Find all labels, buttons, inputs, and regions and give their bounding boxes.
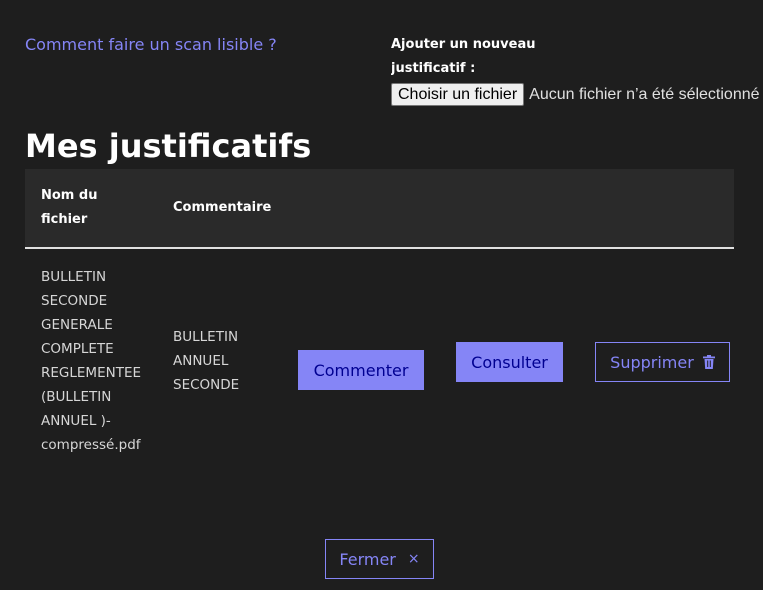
comment-cell: BULLETIN ANNUEL SECONDE bbox=[173, 329, 240, 393]
table-row: BULLETIN SECONDE GENERALE COMPLETE REGLE… bbox=[25, 249, 734, 474]
upload-label: Ajouter un nouveau justificatif : bbox=[391, 37, 536, 76]
comment-button-label: Commenter bbox=[313, 360, 409, 380]
view-button-label: Consulter bbox=[471, 352, 548, 372]
file-input[interactable]: Choisir un fichier Aucun fichier n’a été… bbox=[391, 83, 763, 106]
view-button[interactable]: Consulter bbox=[456, 342, 563, 382]
delete-button[interactable]: Supprimer bbox=[595, 342, 730, 382]
table-header: Nom du fichier Commentaire bbox=[25, 169, 734, 249]
page-title: Mes justificatifs bbox=[25, 127, 312, 165]
scan-help-link[interactable]: Comment faire un scan lisible ? bbox=[25, 35, 277, 54]
column-header-comment: Commentaire bbox=[173, 200, 272, 215]
close-icon: × bbox=[407, 551, 420, 567]
upload-section: Ajouter un nouveau justificatif : Choisi… bbox=[391, 33, 763, 106]
file-status-text: Aucun fichier n’a été sélectionné bbox=[529, 85, 760, 103]
column-header-filename: Nom du fichier bbox=[41, 188, 98, 227]
close-button-label: Fermer bbox=[339, 549, 396, 569]
trash-icon bbox=[702, 355, 715, 369]
delete-button-label: Supprimer bbox=[610, 352, 694, 372]
documents-table: Nom du fichier Commentaire BULLETIN SECO… bbox=[25, 169, 734, 474]
choose-file-button[interactable]: Choisir un fichier bbox=[391, 83, 525, 106]
close-button[interactable]: Fermer × bbox=[325, 539, 434, 579]
file-name-cell: BULLETIN SECONDE GENERALE COMPLETE REGLE… bbox=[41, 269, 142, 453]
comment-button[interactable]: Commenter bbox=[298, 350, 424, 390]
